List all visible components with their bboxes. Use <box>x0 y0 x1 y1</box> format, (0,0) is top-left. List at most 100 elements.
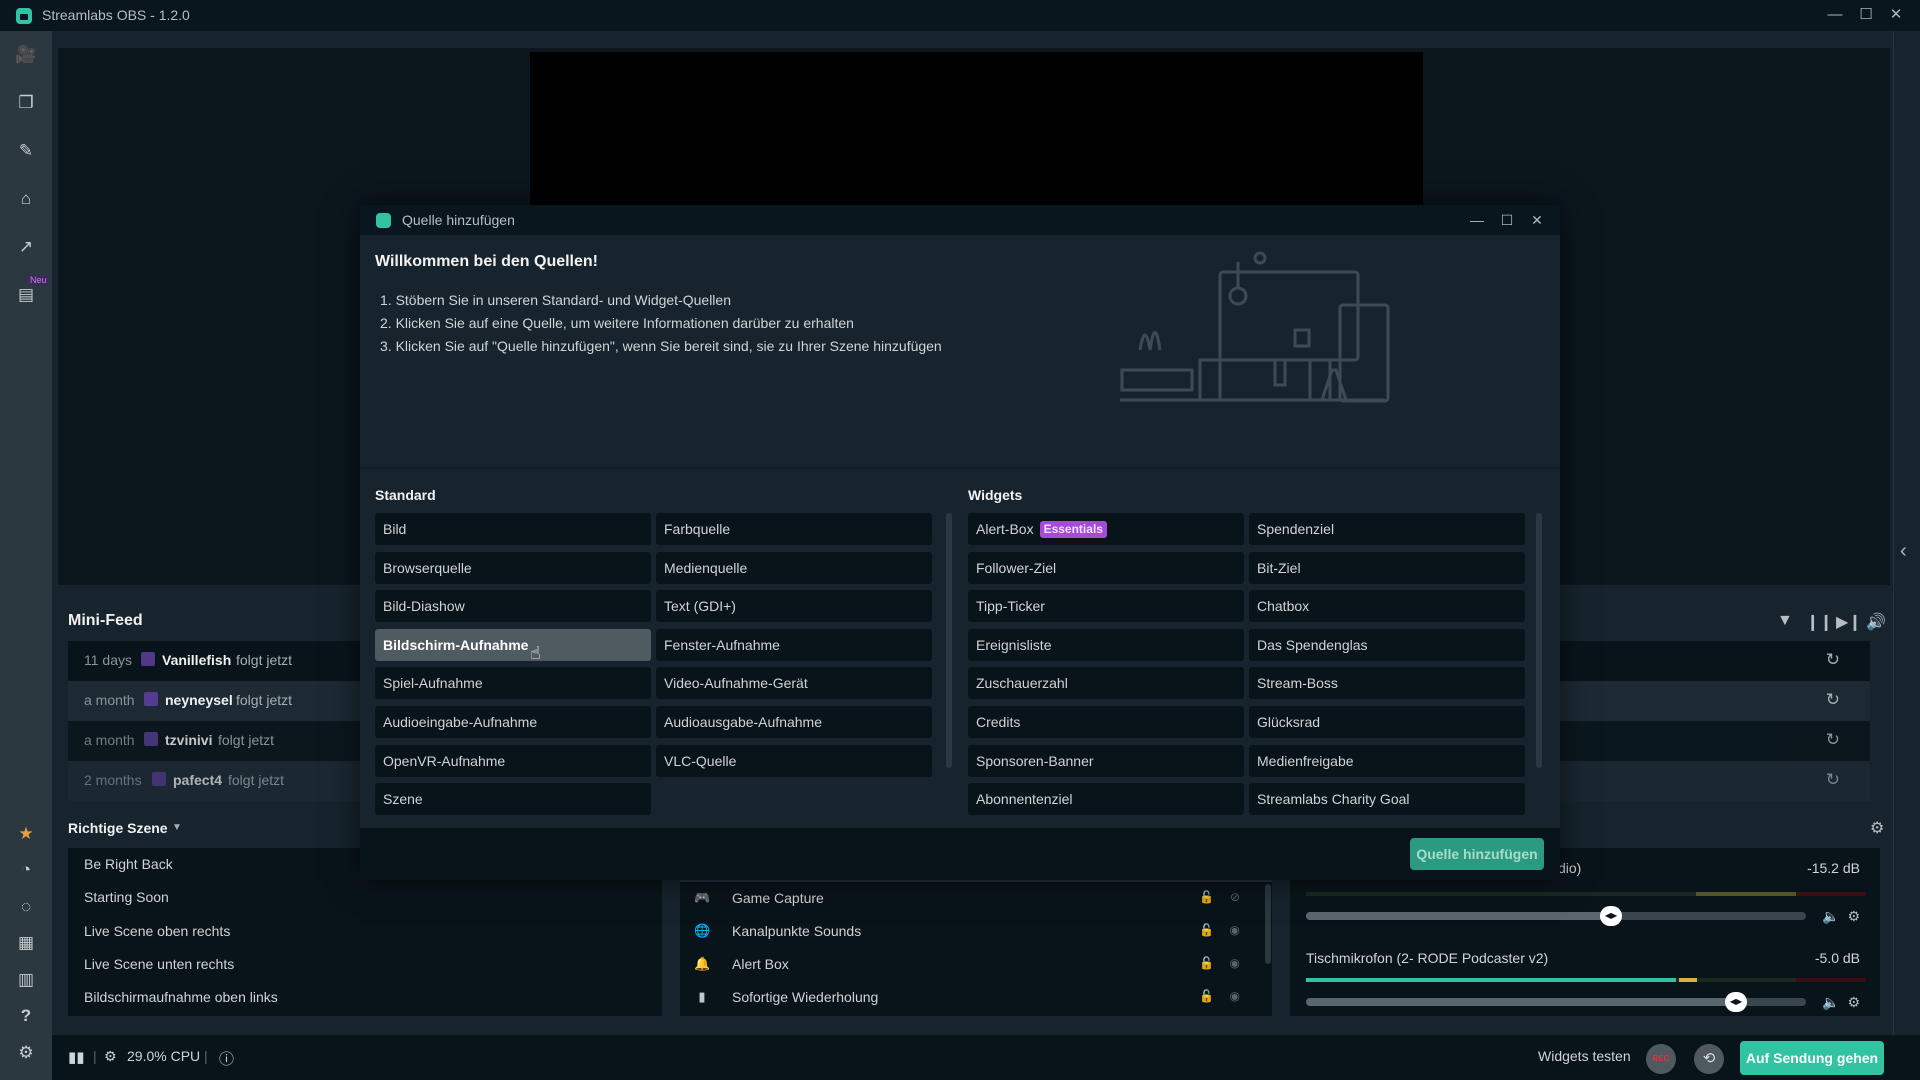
clapperboard-icon[interactable]: ▤ <box>14 283 38 307</box>
video-camera-icon[interactable]: 🎥 <box>14 43 38 67</box>
add-source-button[interactable]: Quelle hinzufügen <box>1410 838 1544 870</box>
widgets-scrollbar[interactable] <box>1536 513 1542 768</box>
widget-source-option[interactable]: Tipp-Ticker <box>968 590 1244 623</box>
mute-icon[interactable]: 🔈 <box>1822 994 1839 1010</box>
unlock-icon[interactable]: 🔓 <box>1199 956 1214 970</box>
standard-source-option[interactable]: Video-Aufnahme-Gerät <box>656 667 932 700</box>
replay-icon[interactable]: ↻ <box>1826 770 1840 790</box>
volume-slider[interactable]: ◀▶ <box>1306 992 1806 1012</box>
scene-item[interactable]: Live Scene unten rechts <box>84 956 234 972</box>
pause-icon[interactable]: ❙❙ <box>1806 612 1833 632</box>
widget-source-option[interactable]: Bit-Ziel <box>1249 551 1525 584</box>
eye-icon[interactable]: ◉ <box>1230 956 1240 970</box>
eye-icon[interactable]: ◉ <box>1230 989 1240 1003</box>
widget-source-option[interactable]: Ereignisliste <box>968 628 1244 661</box>
dialog-minimize-button[interactable]: — <box>1466 209 1488 231</box>
widget-source-option[interactable]: Medienfreigabe <box>1249 744 1525 777</box>
skip-icon[interactable]: ▶❙ <box>1836 612 1862 632</box>
replay-icon[interactable]: ↻ <box>1826 650 1840 670</box>
dialog-close-button[interactable]: ✕ <box>1526 209 1548 231</box>
widget-source-option[interactable]: Stream-Boss <box>1249 667 1525 700</box>
slider-handle[interactable]: ◀▶ <box>1600 906 1622 926</box>
scene-item[interactable]: Be Right Back <box>84 856 173 872</box>
source-item[interactable]: 🎮 Game Capture 🔓 ⊘ <box>694 882 1254 914</box>
unlock-icon[interactable]: 🔓 <box>1199 923 1214 937</box>
widget-source-option[interactable]: Zuschauerzahl <box>968 667 1244 700</box>
chevron-left-icon[interactable]: ‹ <box>1900 540 1907 563</box>
volume-icon[interactable]: 🔊 <box>1866 612 1886 632</box>
widget-source-option[interactable]: Follower-Ziel <box>968 551 1244 584</box>
feed-time: 2 months <box>84 772 142 788</box>
eye-off-icon[interactable]: ⊘ <box>1230 890 1240 904</box>
scene-item[interactable]: Bildschirmaufnahme oben links <box>84 989 278 1005</box>
maximize-button[interactable]: ☐ <box>1855 4 1877 26</box>
widget-source-option[interactable]: Credits <box>968 706 1244 738</box>
help-icon[interactable]: ? <box>14 1004 38 1028</box>
standard-source-option[interactable]: Szene <box>375 783 651 816</box>
caret-down-icon[interactable]: ▼ <box>172 822 182 833</box>
standard-source-option[interactable]: Fenster-Aufnahme <box>656 628 932 661</box>
dialog-title-bar <box>360 205 1560 235</box>
standard-source-option[interactable]: Spiel-Aufnahme <box>375 667 651 700</box>
gear-icon[interactable]: ⚙ <box>14 1041 38 1065</box>
prime-star-icon[interactable]: ★ <box>14 822 38 846</box>
performance-icon[interactable]: ▮▮ <box>68 1048 85 1066</box>
standard-scrollbar[interactable] <box>946 513 952 768</box>
slider-handle[interactable]: ◀▶ <box>1725 992 1747 1012</box>
standard-source-option[interactable]: Text (GDI+) <box>656 590 932 623</box>
layers-icon[interactable]: ❐ <box>14 91 38 115</box>
source-item[interactable]: ▮ Sofortige Wiederholung 🔓 ◉ <box>694 981 1254 1013</box>
source-item[interactable]: 🔔 Alert Box 🔓 ◉ <box>694 948 1254 980</box>
widget-source-option[interactable]: Streamlabs Charity Goal <box>1249 783 1525 816</box>
standard-source-option[interactable]: Audioausgabe-Aufnahme <box>656 706 932 738</box>
gear-icon[interactable]: ⚙ <box>1847 994 1860 1010</box>
store-icon[interactable]: ⌂ <box>14 187 38 211</box>
scene-collection-selector[interactable]: Richtige Szene <box>68 820 168 836</box>
grid-icon[interactable]: ▦ <box>14 931 38 955</box>
unlock-icon[interactable]: 🔓 <box>1199 989 1214 1003</box>
volume-slider[interactable]: ◀▶ <box>1306 906 1806 926</box>
widget-source-option[interactable]: Abonnentenziel <box>968 783 1244 816</box>
filter-icon[interactable]: ▼ <box>1777 612 1793 630</box>
standard-source-option[interactable]: OpenVR-Aufnahme <box>375 744 651 777</box>
standard-source-option[interactable]: Audioeingabe-Aufnahme <box>375 706 651 738</box>
widget-source-option[interactable]: Das Spendenglas <box>1249 628 1525 661</box>
info-icon[interactable]: ⓘ <box>219 1048 234 1069</box>
puzzle-icon[interactable]: ✎ <box>14 139 38 163</box>
gauge-icon[interactable]: ◔ <box>14 858 38 882</box>
dialog-maximize-button[interactable]: ☐ <box>1496 209 1518 231</box>
close-button[interactable]: ✕ <box>1885 4 1907 26</box>
go-live-button[interactable]: Auf Sendung gehen <box>1740 1041 1884 1075</box>
widget-source-option[interactable]: Glücksrad <box>1249 706 1525 738</box>
columns-icon[interactable]: ▥ <box>14 968 38 992</box>
standard-source-option[interactable]: VLC-Quelle <box>656 744 932 777</box>
standard-source-option[interactable]: Farbquelle <box>656 513 932 545</box>
widget-source-option[interactable]: Chatbox <box>1249 590 1525 623</box>
widget-source-option-label: Alert-Box <box>976 521 1034 537</box>
standard-source-option[interactable]: Bild <box>375 513 651 545</box>
widget-source-option[interactable]: Spendenziel <box>1249 513 1525 545</box>
eye-icon[interactable]: ◉ <box>1230 923 1240 937</box>
standard-source-option[interactable]: Bildschirm-Aufnahme <box>375 628 651 661</box>
record-button[interactable]: REC <box>1646 1044 1676 1074</box>
scene-item[interactable]: Live Scene oben rechts <box>84 923 230 939</box>
sources-scrollbar[interactable] <box>1265 884 1271 964</box>
replay-icon[interactable]: ↻ <box>1826 690 1840 710</box>
gear-icon[interactable]: ⚙ <box>1847 908 1860 924</box>
standard-source-option[interactable]: Medienquelle <box>656 551 932 584</box>
mute-icon[interactable]: 🔈 <box>1822 908 1839 924</box>
widget-source-option[interactable]: Alert-Box Essentials <box>968 513 1244 545</box>
chat-icon[interactable]: ◌ <box>14 895 38 919</box>
unlock-icon[interactable]: 🔓 <box>1199 890 1214 904</box>
minimize-button[interactable]: — <box>1824 4 1846 26</box>
test-widgets-button[interactable]: Widgets testen <box>1538 1048 1631 1064</box>
source-item[interactable]: 🌐 Kanalpunkte Sounds 🔓 ◉ <box>694 915 1254 947</box>
mixer-settings-icon[interactable]: ⚙ <box>1870 818 1884 838</box>
standard-source-option[interactable]: Browserquelle <box>375 551 651 584</box>
chart-icon[interactable]: ↗ <box>14 235 38 259</box>
scene-item[interactable]: Starting Soon <box>84 889 169 905</box>
standard-source-option[interactable]: Bild-Diashow <box>375 590 651 623</box>
replay-buffer-button[interactable]: ⟲ <box>1694 1044 1724 1074</box>
replay-icon[interactable]: ↻ <box>1826 730 1840 750</box>
widget-source-option[interactable]: Sponsoren-Banner <box>968 744 1244 777</box>
